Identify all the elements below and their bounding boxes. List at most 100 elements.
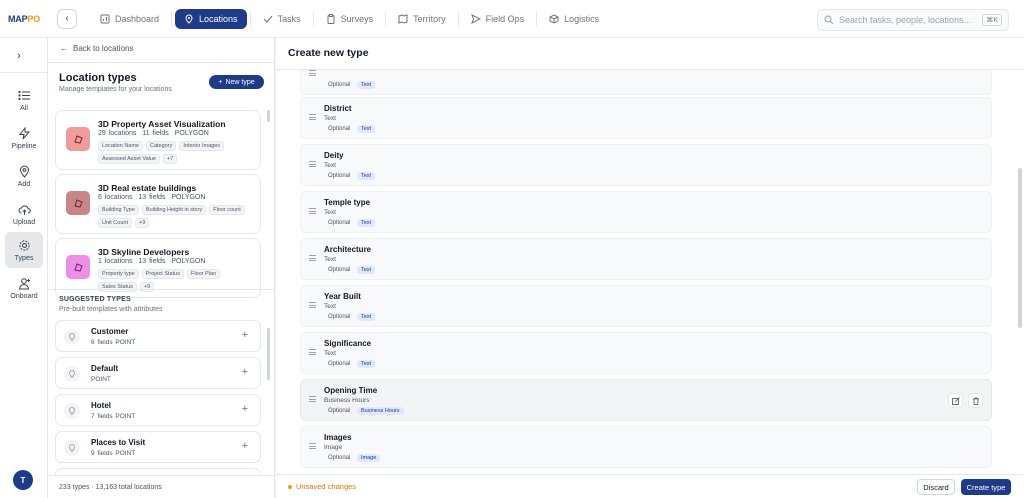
- chip: Unit Count: [98, 218, 132, 228]
- status-dot: [288, 484, 292, 489]
- fields-scrollbar[interactable]: [1018, 168, 1022, 328]
- plus-icon[interactable]: +: [242, 366, 248, 378]
- plus-icon[interactable]: +: [242, 329, 248, 341]
- tab-label: Tasks: [277, 13, 301, 24]
- field-optional: Optional: [328, 267, 351, 273]
- rail-item-add[interactable]: Add: [5, 158, 43, 194]
- back-to-locations-link[interactable]: ← Back to locations: [60, 44, 133, 53]
- tab-locations[interactable]: Locations: [175, 8, 247, 29]
- tab-territory[interactable]: Territory: [389, 9, 455, 29]
- page-title: Create new type: [288, 47, 369, 59]
- field-optional: Optional: [328, 314, 351, 320]
- suggested-item[interactable]: Default POINT +: [55, 357, 261, 389]
- field-type: Text: [324, 350, 336, 357]
- discard-button[interactable]: Discard: [917, 479, 955, 495]
- chevron-right-icon[interactable]: ›: [17, 50, 21, 62]
- drag-handle-icon[interactable]: [309, 302, 316, 308]
- box-icon: [549, 13, 559, 24]
- types-scrollbar[interactable]: [267, 110, 270, 122]
- tab-surveys[interactable]: Surveys: [317, 9, 383, 29]
- suggested-name: Places to Visit: [91, 438, 146, 447]
- attribute-chips: Location Name Category Interior Images A…: [98, 141, 258, 164]
- search-shortcut: ⌘K: [982, 14, 1002, 26]
- suggested-item[interactable]: Places to Visit 9 fields POINT +: [55, 431, 261, 463]
- field-row[interactable]: Year Built Text Optional Text: [300, 285, 992, 327]
- tab-dashboard[interactable]: Dashboard: [91, 9, 168, 29]
- app-logo[interactable]: MAP PO: [0, 14, 48, 24]
- collapse-button[interactable]: ‹: [57, 8, 77, 29]
- map-pin-icon: [64, 366, 80, 382]
- field-row[interactable]: Temple type Text Optional Text: [300, 191, 992, 233]
- drag-handle-icon[interactable]: [309, 349, 316, 355]
- suggested-scrollbar[interactable]: [267, 328, 270, 380]
- drag-handle-icon[interactable]: [309, 208, 316, 214]
- tab-field-ops[interactable]: Field Ops: [462, 9, 534, 29]
- avatar[interactable]: T: [13, 470, 33, 490]
- field-row[interactable]: Images Image Optional Image: [300, 426, 992, 468]
- field-row[interactable]: Architecture Text Optional Text: [300, 238, 992, 280]
- suggested-item[interactable]: Hotel 7 fields POINT +: [55, 394, 261, 426]
- drag-handle-icon[interactable]: [309, 255, 316, 261]
- types-list: 3D Property Asset Visualization 29 locat…: [55, 110, 262, 324]
- drag-handle-icon[interactable]: [309, 70, 316, 76]
- rail-item-all[interactable]: All: [5, 82, 43, 118]
- tab-label: Territory: [413, 13, 446, 24]
- rail-label: Onboard: [10, 292, 38, 300]
- nav-divider: [457, 11, 459, 26]
- search-input[interactable]: Search tasks, people, locations... ⌘K: [817, 9, 1009, 31]
- trash-icon[interactable]: [968, 393, 983, 408]
- field-row[interactable]: Significance Text Optional Text: [300, 332, 992, 374]
- field-row[interactable]: Optional Text: [300, 70, 992, 95]
- suggested-name: Hotel: [91, 401, 111, 410]
- chip: Building Type: [98, 205, 139, 215]
- unsaved-label: Unsaved changes: [296, 482, 357, 491]
- drag-handle-icon[interactable]: [309, 114, 316, 120]
- suggested-meta: 9 fields POINT: [91, 450, 136, 457]
- field-type: Text: [324, 162, 336, 169]
- plus-icon[interactable]: +: [242, 440, 248, 452]
- suggested-item[interactable]: Customer 6 fields POINT +: [55, 320, 261, 352]
- tab-label: Surveys: [340, 13, 374, 24]
- create-type-button[interactable]: Create type: [961, 479, 1011, 495]
- drag-handle-icon[interactable]: [309, 443, 316, 449]
- map-icon: [398, 13, 408, 24]
- drag-handle-icon[interactable]: [309, 161, 316, 167]
- field-row[interactable]: District Text Optional Text: [300, 97, 992, 139]
- type-card[interactable]: 3D Real estate buildings 6 locations 13 …: [55, 174, 261, 234]
- zap-icon: [18, 126, 30, 139]
- left-rail: › All Pipeline Add Upload Types Onboard …: [0, 38, 48, 498]
- field-type: Text: [324, 209, 336, 216]
- field-type-badge: Text: [357, 360, 376, 368]
- drag-handle-icon[interactable]: [309, 396, 316, 402]
- rail-item-pipeline[interactable]: Pipeline: [5, 120, 43, 156]
- field-optional: Optional: [328, 173, 351, 179]
- field-row[interactable]: Deity Text Optional Text: [300, 144, 992, 186]
- tab-tasks[interactable]: Tasks: [254, 9, 310, 29]
- chip: Category: [146, 141, 177, 151]
- type-card[interactable]: 3D Property Asset Visualization 29 locat…: [55, 110, 261, 170]
- plus-icon[interactable]: +: [242, 403, 248, 415]
- chip: Property type: [98, 269, 139, 279]
- map-pin-icon: [19, 165, 29, 178]
- rail-item-types[interactable]: Types: [5, 232, 43, 268]
- tab-label: Field Ops: [485, 13, 525, 24]
- gear-icon: [18, 239, 30, 251]
- rail-label: Add: [17, 180, 31, 188]
- field-optional: Optional: [328, 82, 351, 88]
- nav-divider: [536, 11, 538, 26]
- new-type-button[interactable]: + New type: [209, 75, 264, 89]
- type-name: 3D Property Asset Visualization: [98, 119, 226, 129]
- tab-logistics[interactable]: Logistics: [540, 9, 608, 29]
- map-pin-icon: [185, 14, 193, 24]
- field-row[interactable]: Opening Time Business Hours Optional Bus…: [300, 379, 992, 421]
- suggested-item[interactable]: [55, 468, 261, 475]
- nav-divider: [312, 11, 314, 26]
- send-icon: [470, 13, 481, 24]
- field-name: Architecture: [324, 245, 372, 254]
- field-type-badge: Text: [357, 172, 376, 180]
- chip: Project Status: [141, 269, 184, 279]
- rail-item-onboard[interactable]: Onboard: [5, 270, 43, 306]
- rail-item-upload[interactable]: Upload: [5, 196, 43, 232]
- field-type-badge: Text: [357, 219, 376, 227]
- edit-icon[interactable]: [948, 393, 963, 408]
